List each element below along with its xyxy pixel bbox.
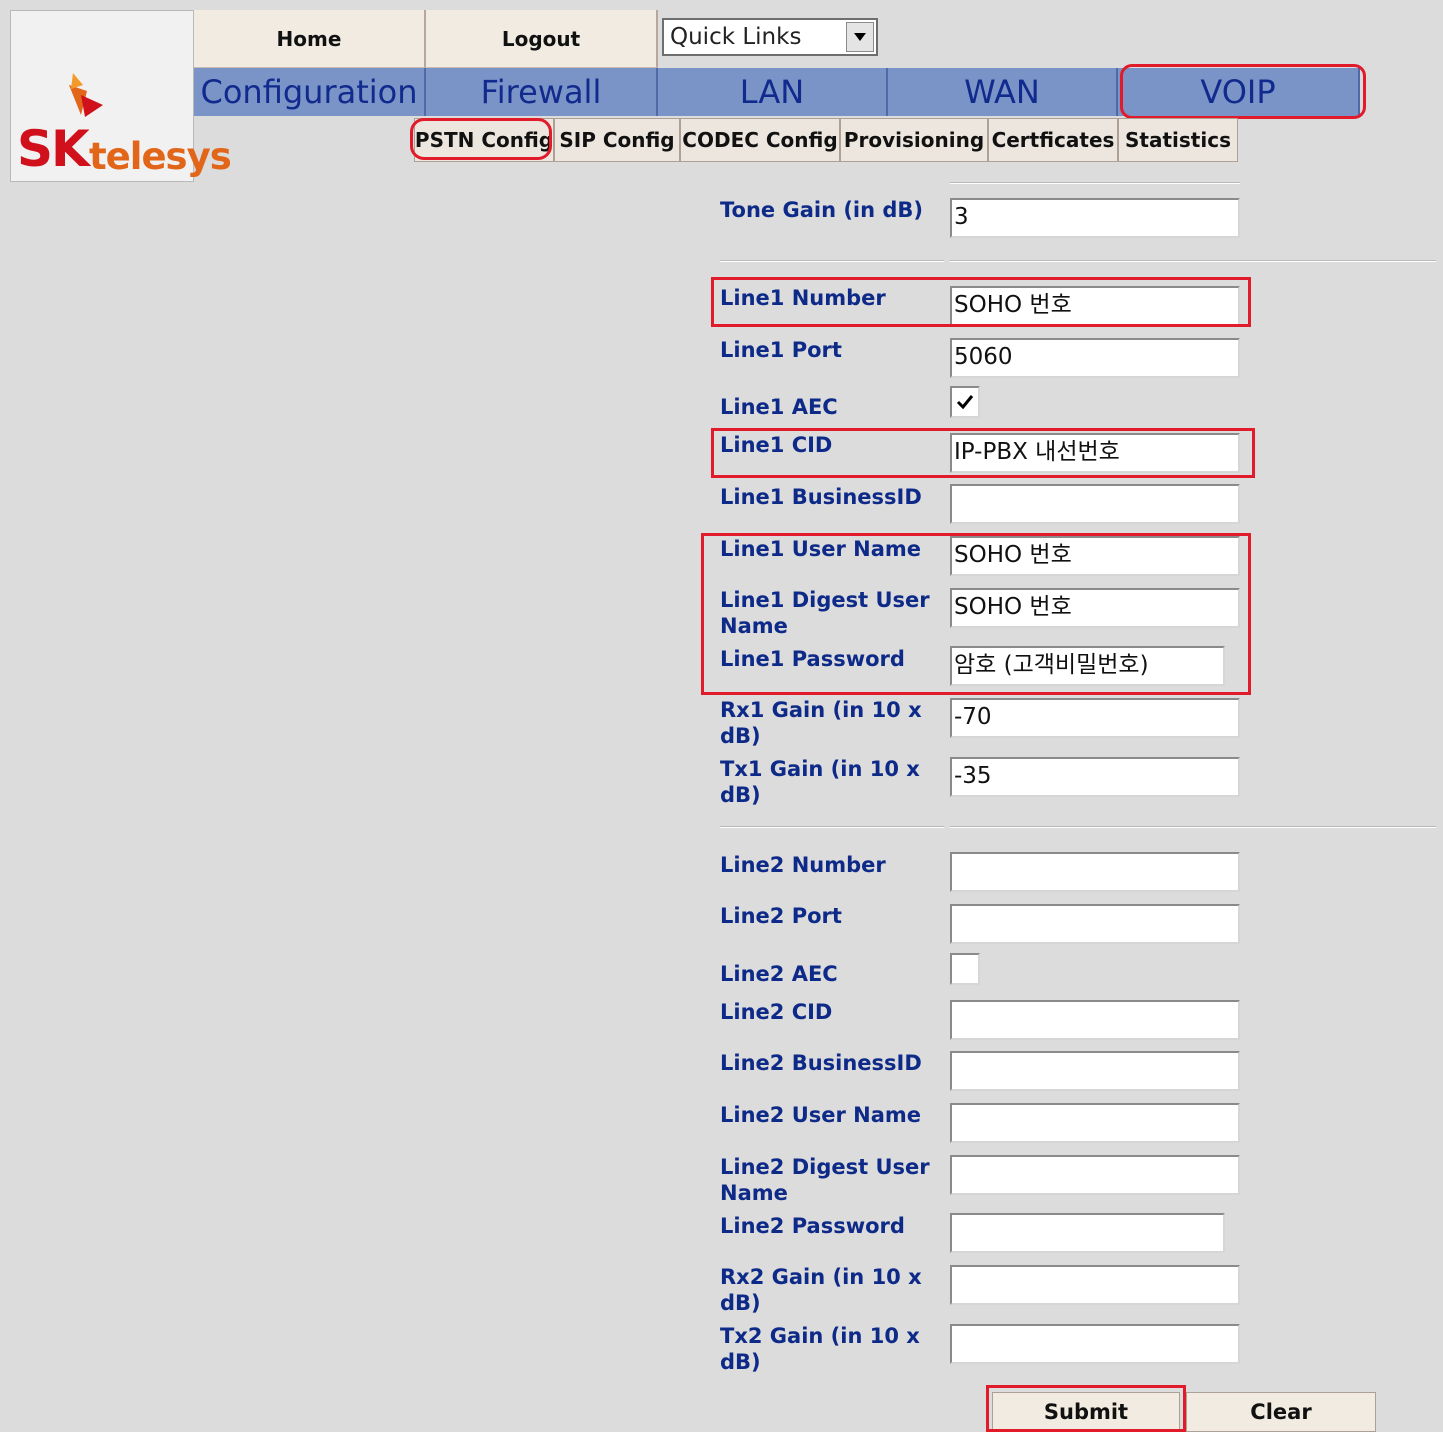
nav-wan[interactable]: WAN	[888, 68, 1118, 116]
line2-username-input[interactable]	[950, 1103, 1240, 1143]
line1-rx-gain-label: Rx1 Gain (in 10 x dB)	[720, 698, 922, 748]
separator	[950, 826, 1436, 828]
logout-button[interactable]: Logout	[426, 10, 658, 68]
line2-aec-label: Line2 AEC	[720, 962, 838, 986]
line1-businessid-input[interactable]	[950, 484, 1240, 524]
tab-statistics[interactable]: Statistics	[1118, 118, 1238, 162]
line1-rx-gain-input[interactable]: -70	[950, 698, 1240, 738]
nav-firewall[interactable]: Firewall	[426, 68, 658, 116]
line1-cid-highlight	[711, 428, 1255, 478]
line1-businessid-label: Line1 BusinessID	[720, 485, 922, 509]
tab-certificates[interactable]: Certficates	[988, 118, 1118, 162]
line2-username-label: Line2 User Name	[720, 1103, 922, 1127]
line2-tx-gain-label: Tx2 Gain (in 10 x dB)	[720, 1324, 920, 1374]
line2-businessid-input[interactable]	[950, 1051, 1240, 1091]
nav-lan[interactable]: LAN	[658, 68, 888, 116]
separator	[950, 182, 1240, 184]
line1-tx-gain-input[interactable]: -35	[950, 757, 1240, 797]
nav-configuration[interactable]: Configuration	[194, 68, 426, 116]
line2-digest-user-label: Line2 Digest User Name	[720, 1155, 930, 1205]
line2-businessid-label: Line2 BusinessID	[720, 1051, 922, 1075]
line1-credentials-highlight	[701, 533, 1251, 695]
line2-number-label: Line2 Number	[720, 853, 886, 877]
tone-gain-input[interactable]: 3	[950, 198, 1240, 238]
line1-aec-checkbox[interactable]	[950, 386, 980, 418]
line2-aec-checkbox[interactable]	[950, 953, 980, 985]
quick-links-select[interactable]: Quick Links	[662, 18, 878, 56]
pstn-highlight-ring	[410, 118, 552, 160]
line2-cid-label: Line2 CID	[720, 1000, 833, 1024]
sk-telesys-logo: SK telesys	[10, 10, 232, 182]
checkmark-icon	[956, 395, 974, 410]
tab-codec-config[interactable]: CODEC Config	[680, 118, 840, 162]
quick-links-value: Quick Links	[670, 24, 802, 50]
separator	[720, 260, 944, 262]
separator	[950, 260, 1436, 262]
line1-port-input[interactable]: 5060	[950, 338, 1240, 378]
line2-digest-user-input[interactable]	[950, 1155, 1240, 1195]
line2-port-input[interactable]	[950, 904, 1240, 944]
separator	[720, 826, 944, 828]
voip-highlight-ring	[1120, 64, 1366, 119]
submit-highlight	[986, 1385, 1186, 1432]
logo-sk-text: SK	[17, 120, 90, 178]
line2-rx-gain-input[interactable]	[950, 1265, 1240, 1305]
line1-port-label: Line1 Port	[720, 338, 842, 362]
clear-button[interactable]: Clear	[1186, 1392, 1376, 1432]
line2-password-input[interactable]	[950, 1213, 1225, 1253]
tone-gain-label: Tone Gain (in dB)	[720, 198, 924, 222]
tab-sip-config[interactable]: SIP Config	[554, 118, 680, 162]
line2-tx-gain-input[interactable]	[950, 1324, 1240, 1364]
line2-number-input[interactable]	[950, 852, 1240, 892]
line1-aec-label: Line1 AEC	[720, 395, 838, 419]
line2-password-label: Line2 Password	[720, 1214, 905, 1238]
tab-provisioning[interactable]: Provisioning	[840, 118, 988, 162]
line2-cid-input[interactable]	[950, 1000, 1240, 1040]
line1-tx-gain-label: Tx1 Gain (in 10 x dB)	[720, 757, 920, 807]
dropdown-arrow-icon[interactable]	[846, 22, 874, 52]
home-button[interactable]: Home	[194, 10, 426, 68]
line2-rx-gain-label: Rx2 Gain (in 10 x dB)	[720, 1265, 922, 1315]
line2-port-label: Line2 Port	[720, 904, 842, 928]
line1-number-highlight	[711, 277, 1251, 327]
logo-telesys-text: telesys	[89, 135, 232, 178]
